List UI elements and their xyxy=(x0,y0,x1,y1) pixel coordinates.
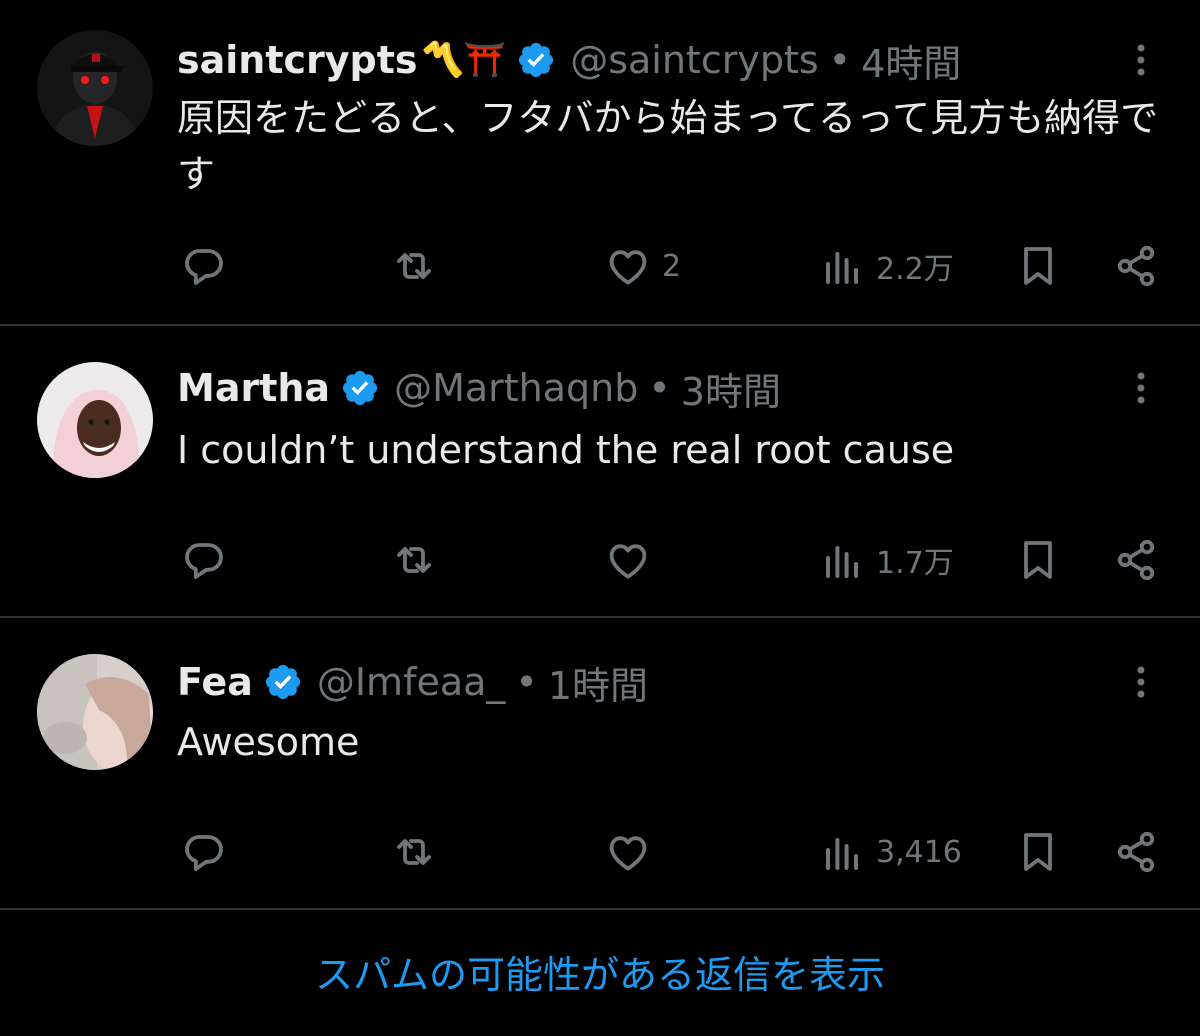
separator-dot: • xyxy=(828,38,852,82)
like-count: 2 xyxy=(662,248,682,284)
views-button[interactable]: 3,416 xyxy=(818,822,962,882)
show-possible-spam-replies-button[interactable]: スパムの可能性がある返信を表示 xyxy=(0,940,1200,1002)
action-bar: 3,416 xyxy=(0,822,1200,882)
verified-badge-icon xyxy=(519,42,554,78)
avatar-image xyxy=(37,362,153,478)
tweet-text: I couldn’t understand the real root caus… xyxy=(177,428,955,472)
heart-icon xyxy=(609,836,647,871)
name-emoji: 〽️⛩️ xyxy=(421,40,507,80)
reply-button[interactable] xyxy=(180,822,228,882)
verified-badge-icon xyxy=(265,664,300,700)
separator-dot: • xyxy=(648,366,671,410)
views-button[interactable]: 2.2万 xyxy=(818,236,954,296)
verified-badge-icon xyxy=(342,370,378,406)
views-button[interactable]: 1.7万 xyxy=(818,530,954,590)
tweet-3[interactable]: Fea @Imfeaa_ • 1時間 Awesome 3,416 xyxy=(0,618,1200,908)
retweet-icon xyxy=(397,547,431,573)
retweet-icon xyxy=(397,253,431,279)
views-chart-icon xyxy=(826,838,858,870)
share-icon xyxy=(1117,245,1155,287)
reply-button[interactable] xyxy=(180,530,228,590)
retweet-button[interactable] xyxy=(390,530,438,590)
share-icon xyxy=(1117,831,1155,873)
user-handle[interactable]: @Marthaqnb xyxy=(394,366,638,410)
heart-icon xyxy=(609,250,647,285)
avatar[interactable] xyxy=(37,30,153,146)
display-name[interactable]: Martha xyxy=(177,366,330,410)
display-name[interactable]: Fea xyxy=(177,660,253,704)
bookmark-icon xyxy=(1024,541,1052,579)
views-chart-icon xyxy=(826,546,858,578)
like-button[interactable] xyxy=(604,530,662,590)
share-button[interactable] xyxy=(1112,530,1160,590)
tweet-header: Martha @Marthaqnb • 3時間 xyxy=(177,358,781,418)
heart-icon xyxy=(609,544,647,579)
tweet-2[interactable]: Martha @Marthaqnb • 3時間 I couldn’t under… xyxy=(0,326,1200,616)
user-handle[interactable]: @Imfeaa_ xyxy=(317,660,506,704)
view-count: 1.7万 xyxy=(876,546,954,581)
timestamp[interactable]: 3時間 xyxy=(681,361,781,416)
tweet-text: Awesome xyxy=(177,720,360,764)
avatar-image xyxy=(37,30,153,146)
avatar[interactable] xyxy=(37,654,153,770)
view-count: 2.2万 xyxy=(876,252,954,287)
avatar-image xyxy=(37,654,153,770)
like-button[interactable] xyxy=(604,822,662,882)
retweet-icon xyxy=(397,839,431,865)
action-bar: 1.7万 xyxy=(0,530,1200,590)
separator-dot: • xyxy=(515,660,538,704)
tweet-header: saintcrypts 〽️⛩️ @saintcrypts • 4時間 xyxy=(177,30,961,90)
bookmark-button[interactable] xyxy=(1014,236,1062,296)
share-button[interactable] xyxy=(1112,236,1160,296)
bookmark-button[interactable] xyxy=(1014,822,1062,882)
view-count: 3,416 xyxy=(876,834,962,870)
avatar[interactable] xyxy=(37,362,153,478)
reply-icon xyxy=(185,835,223,871)
display-name[interactable]: saintcrypts xyxy=(177,38,418,82)
share-button[interactable] xyxy=(1112,822,1160,882)
action-bar: 2 2.2万 xyxy=(0,236,1200,296)
tweet-text: 原因をたどると、フタバから始まってるって見方も納得です xyxy=(177,96,1159,196)
tweet-header: Fea @Imfeaa_ • 1時間 xyxy=(177,652,648,712)
user-handle[interactable]: @saintcrypts xyxy=(570,38,818,82)
reply-icon xyxy=(185,249,223,285)
retweet-button[interactable] xyxy=(390,236,438,296)
bookmark-icon xyxy=(1024,247,1052,285)
views-chart-icon xyxy=(826,252,858,284)
tweet-1[interactable]: saintcrypts 〽️⛩️ @saintcrypts • 4時間 原因をた… xyxy=(0,0,1200,324)
retweet-button[interactable] xyxy=(390,822,438,882)
divider xyxy=(0,908,1200,910)
timestamp[interactable]: 1時間 xyxy=(548,655,648,710)
like-button[interactable]: 2 xyxy=(604,236,681,296)
bookmark-button[interactable] xyxy=(1014,530,1062,590)
reply-button[interactable] xyxy=(180,236,228,296)
share-icon xyxy=(1117,539,1155,581)
timestamp[interactable]: 4時間 xyxy=(861,33,961,88)
more-options-icon[interactable] xyxy=(1124,652,1158,712)
reply-icon xyxy=(185,543,223,579)
more-options-icon[interactable] xyxy=(1124,30,1158,90)
more-options-icon[interactable] xyxy=(1124,358,1158,418)
bookmark-icon xyxy=(1024,833,1052,871)
